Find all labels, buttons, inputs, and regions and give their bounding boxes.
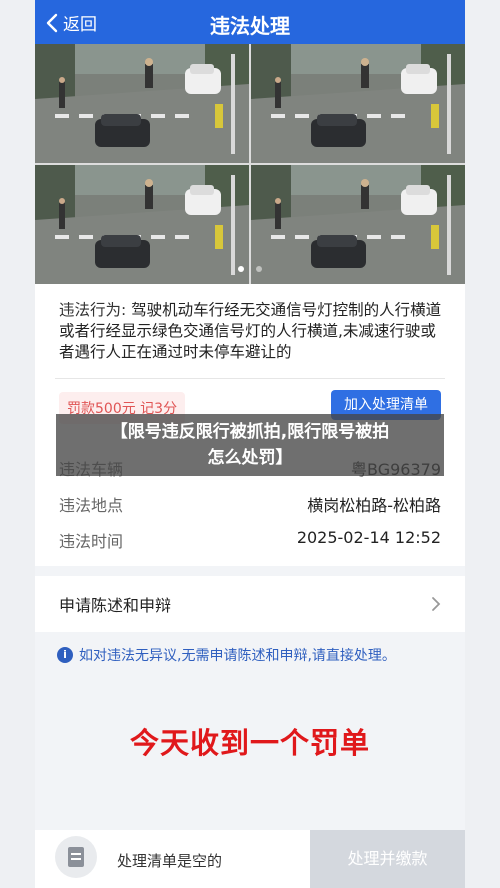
carousel-dot[interactable] (238, 266, 245, 272)
process-and-pay-button[interactable]: 处理并缴款 (310, 830, 465, 888)
left-margin (0, 0, 35, 888)
chevron-right-icon (432, 597, 441, 611)
bottom-bar: 处理清单是空的 处理并缴款 (35, 830, 465, 888)
caption-text: 今天收到一个罚单 (129, 726, 370, 760)
appeal-row[interactable]: 申请陈述和申辩 (35, 576, 465, 632)
notice-text: 如对违法无异议,无需申请陈述和申辩,请直接处理。 (79, 648, 396, 664)
nav-header: 返回 违法处理 (35, 0, 465, 44)
row-value: 2025-02-14 12:52 (296, 528, 441, 547)
behavior-label: 违法行为: (59, 301, 127, 319)
row-key: 违法地点 (59, 496, 124, 515)
detail-row-location: 违法地点 横岗松柏路-松柏路 (59, 492, 441, 516)
appeal-label: 申请陈述和申辩 (59, 596, 172, 615)
row-key: 违法时间 (59, 532, 124, 551)
right-margin (465, 0, 500, 888)
document-list-icon (68, 847, 84, 867)
info-icon: i (57, 647, 73, 663)
empty-list-text: 处理清单是空的 (117, 852, 223, 870)
overlay-line-2: 怎么处罚】 (207, 448, 293, 468)
title-overlay: 【限号违反限行被抓拍,限行限号被拍 怎么处罚】 (56, 414, 444, 476)
overlay-line-1: 【限号违反限行被抓拍,限行限号被拍 (110, 422, 390, 442)
notice: i 如对违法无异议,无需申请陈述和申辩,请直接处理。 (57, 645, 396, 665)
detail-row-time: 违法时间 2025-02-14 12:52 (59, 528, 441, 552)
list-button[interactable] (55, 836, 97, 878)
row-value: 横岗松柏路-松柏路 (307, 496, 441, 515)
carousel-dot[interactable] (255, 266, 262, 272)
violation-description: 违法行为: 驾驶机动车行经无交通信号灯控制的人行横道或者行经显示绿色交通信号灯的… (59, 300, 443, 363)
page-title: 违法处理 (210, 14, 290, 38)
violation-photos[interactable] (35, 44, 465, 284)
divider (55, 378, 445, 379)
carousel-dots (35, 257, 465, 276)
street-photo-grid (35, 44, 465, 284)
